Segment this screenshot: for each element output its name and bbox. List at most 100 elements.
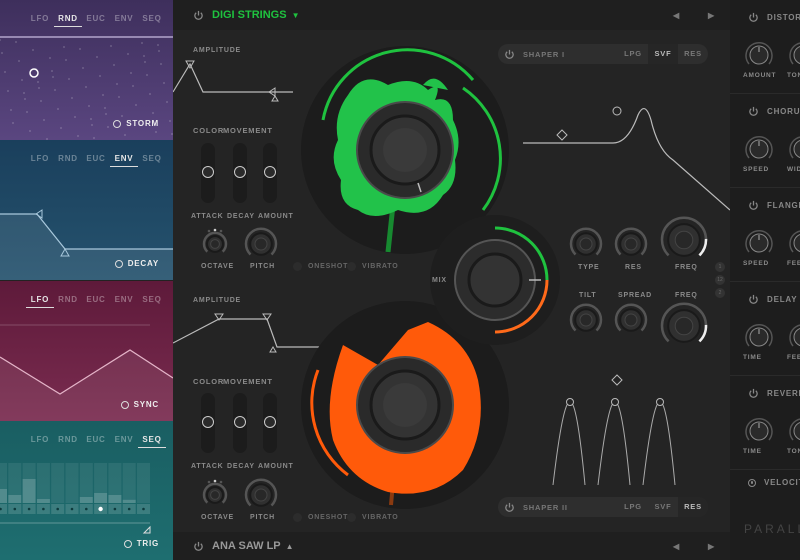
osc1-amount-slider[interactable]	[263, 143, 277, 203]
seq-step[interactable]	[36, 463, 50, 503]
osc2-amount-label: AMOUNT	[258, 463, 294, 470]
osc1-oneshot-toggle[interactable]: ONESHOT	[293, 262, 348, 271]
osc1-attack-slider[interactable]	[201, 143, 215, 203]
shaper2-option-svf[interactable]: SVF	[648, 497, 678, 517]
freq-label: FREQ	[675, 292, 698, 299]
osc2-octave-label: OCTAVE	[201, 514, 234, 521]
osc2-octave-knob[interactable]	[202, 482, 228, 504]
seq-step[interactable]	[51, 463, 65, 503]
power-icon[interactable]	[748, 388, 759, 399]
power-icon[interactable]	[748, 12, 759, 23]
osc2-pitch-label: PITCH	[250, 514, 275, 521]
seq-step-value	[22, 479, 36, 503]
freq-knob-2[interactable]	[660, 302, 708, 343]
osc1-vibrato-toggle[interactable]: VIBRATO	[347, 262, 398, 271]
fx-knob-label: SPEED	[743, 260, 770, 267]
osc1-color-tab[interactable]: COLOR	[193, 126, 224, 135]
fx-feedback-knob[interactable]	[788, 322, 800, 352]
storm-button[interactable]: STORM	[113, 119, 159, 128]
fx-tone-knob[interactable]	[788, 416, 800, 446]
freq-label: FREQ	[675, 264, 698, 271]
power-icon[interactable]	[748, 106, 759, 117]
osc2-oneshot-toggle[interactable]: ONESHOT	[293, 513, 348, 522]
osc1-attack-label: ATTACK	[191, 213, 224, 220]
seq-step-value	[108, 495, 122, 503]
osc2-amp-envelope	[173, 318, 323, 348]
type-knob[interactable]	[569, 227, 603, 256]
route-button[interactable]: 1	[715, 262, 725, 272]
seq-step-dot	[142, 507, 145, 511]
decay-button[interactable]: DECAY	[114, 259, 159, 268]
seq-step-dot	[42, 507, 45, 511]
shaper1-option-res[interactable]: RES	[678, 44, 708, 64]
velocity-toggle[interactable]: VELOCITY	[748, 478, 800, 487]
osc1-amplitude-label: AMPLITUDE	[193, 47, 242, 54]
osc2-vibrato-toggle[interactable]: VIBRATO	[347, 513, 398, 522]
osc1-decay-label: DECAY	[227, 213, 255, 220]
shaper1-bar: SHAPER I LPG SVF RES	[498, 44, 708, 64]
osc1-octave-knob[interactable]	[202, 231, 228, 253]
fx-amount-knob[interactable]	[744, 40, 774, 70]
fx-knob-label: TIME	[743, 354, 762, 361]
power-icon[interactable]	[748, 200, 759, 211]
route-button[interactable]: 2	[715, 288, 725, 298]
fx-distortion: DISTORTION AMOUNT TONE	[730, 0, 800, 94]
seq-step[interactable]	[65, 463, 79, 503]
route-button[interactable]: 12	[715, 275, 725, 285]
fx-reverb: REVERB TIME TONE	[730, 376, 800, 470]
fx-time-knob[interactable]	[744, 416, 774, 446]
filter-curve	[523, 108, 730, 211]
seq-step-dot	[98, 506, 103, 512]
fx-width-knob[interactable]	[788, 134, 800, 164]
sync-button[interactable]: SYNC	[120, 400, 159, 409]
seq-step-dot	[27, 507, 31, 511]
fx-chorus: CHORUS SPEED WIDTH	[730, 94, 800, 188]
osc2-decay-label: DECAY	[227, 463, 255, 470]
fx-feedback-knob[interactable]	[788, 228, 800, 258]
trig-button[interactable]: TRIG	[123, 539, 159, 548]
osc1-pitch-knob[interactable]	[244, 227, 278, 256]
osc2-decay-slider[interactable]	[233, 393, 247, 453]
osc2-attack-slider[interactable]	[201, 393, 215, 453]
fx-delay: DELAY TIME FEEDBACK	[730, 282, 800, 376]
fx-speed-knob[interactable]	[744, 134, 774, 164]
fx-knob-label: TONE	[787, 72, 800, 79]
fx-name: REVERB	[767, 389, 800, 398]
fx-speed-knob[interactable]	[744, 228, 774, 258]
tilt-knob[interactable]	[569, 303, 603, 332]
osc2-color-tab[interactable]: COLOR	[193, 377, 224, 386]
power-icon[interactable]	[504, 502, 515, 513]
shaper1-name: SHAPER I	[523, 49, 565, 59]
fx-time-knob[interactable]	[744, 322, 774, 352]
tilt-label: TILT	[579, 292, 597, 299]
fx-flanger: FLANGER SPEED FEEDBACK	[730, 188, 800, 282]
power-icon[interactable]	[504, 49, 515, 60]
shaper2-option-lpg[interactable]: LPG	[618, 497, 648, 517]
fx-knob-label: TIME	[743, 448, 762, 455]
osc2-movement-tab[interactable]: MOVEMENT	[223, 377, 273, 386]
osc1-decay-slider[interactable]	[233, 143, 247, 203]
mix-label: MIX	[432, 277, 447, 284]
freq-knob[interactable]	[660, 216, 708, 257]
spread-knob[interactable]	[614, 303, 648, 332]
seq-step-value	[94, 493, 108, 503]
seq-step[interactable]	[137, 463, 150, 503]
seq-step-dot	[56, 507, 59, 511]
fx-tone-knob[interactable]	[788, 40, 800, 70]
osc1-amount-label: AMOUNT	[258, 213, 294, 220]
osc2-amount-slider[interactable]	[263, 393, 277, 453]
fx-name: DISTORTION	[767, 13, 800, 22]
shaper1-option-lpg[interactable]: LPG	[618, 44, 648, 64]
effects-rack: DISTORTION AMOUNT TONECHORUS SPEED WIDTH…	[730, 0, 800, 560]
osc2-pitch-knob[interactable]	[244, 478, 278, 507]
shaper1-option-svf[interactable]: SVF	[648, 44, 678, 64]
osc2-amplitude-label: AMPLITUDE	[193, 297, 242, 304]
brand-logo: PARALLAX	[744, 522, 800, 536]
res-knob[interactable]	[614, 227, 648, 256]
shaper2-option-res[interactable]: RES	[678, 497, 708, 517]
seq-step-dot	[113, 507, 117, 511]
seq-step[interactable]	[122, 463, 136, 503]
seq-step-value	[122, 499, 136, 503]
osc1-movement-tab[interactable]: MOVEMENT	[223, 126, 273, 135]
power-icon[interactable]	[748, 294, 759, 305]
